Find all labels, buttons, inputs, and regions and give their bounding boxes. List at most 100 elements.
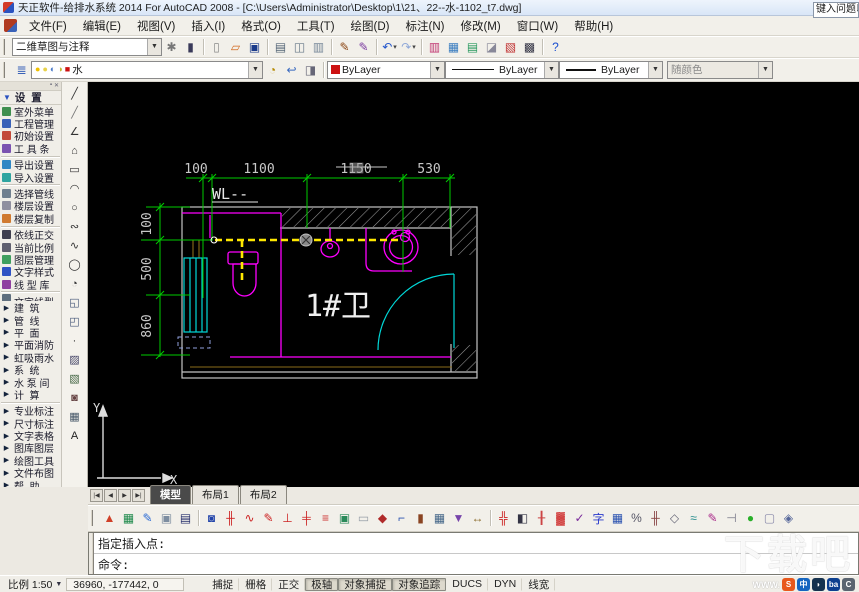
- quickcalc-icon[interactable]: ▩: [520, 38, 539, 56]
- dyn-toggle[interactable]: DYN: [488, 577, 523, 591]
- pipe-riser-icon[interactable]: ⊥: [278, 508, 297, 528]
- redo-icon[interactable]: ↷: [399, 38, 418, 56]
- scale-tool-icon[interactable]: %: [627, 508, 646, 528]
- tab-layout1[interactable]: 布局1: [192, 485, 239, 504]
- menu-item[interactable]: 格式(O): [234, 16, 288, 36]
- drawing-canvas[interactable]: 100 1100 1150 530 100 500 860 WL-- 1#卫: [88, 82, 859, 487]
- menu-item[interactable]: 帮助(H): [567, 16, 620, 36]
- cube-3d-icon[interactable]: ▢: [760, 508, 779, 528]
- cad-drawing[interactable]: 100 1100 1150 530 100 500 860 WL-- 1#卫: [88, 82, 859, 487]
- xline-tool-icon[interactable]: ╱: [65, 103, 85, 122]
- save-drawing-icon[interactable]: ▤: [176, 508, 195, 528]
- tab-nav-button[interactable]: ▶: [118, 489, 131, 502]
- check-pipe-icon[interactable]: ✓: [570, 508, 589, 528]
- break-mark-icon[interactable]: ╂: [532, 508, 551, 528]
- hatch-tool-icon[interactable]: ▨: [65, 350, 85, 369]
- freeze-icon[interactable]: ◑: [57, 65, 62, 74]
- polygon-tool-icon[interactable]: ⌂: [65, 141, 85, 160]
- menu-item[interactable]: 标注(N): [399, 16, 452, 36]
- insert-block-tool-icon[interactable]: ◱: [65, 293, 85, 312]
- node-diamond-icon[interactable]: ◇: [665, 508, 684, 528]
- tab-nav-button[interactable]: ▶|: [132, 489, 145, 502]
- workspace-dropdown[interactable]: 二维草图与注释 ▼: [12, 37, 162, 56]
- sidebar-item-linetype-library[interactable]: ▶ 线 型 库: [0, 278, 61, 292]
- sidebar-item-calculation[interactable]: ▶ 计 算: [0, 388, 61, 402]
- tab-nav-button[interactable]: |◀: [90, 489, 103, 502]
- layer-previous-icon[interactable]: ↩: [282, 61, 301, 79]
- spline-tool-icon[interactable]: ∿: [65, 236, 85, 255]
- scale-dropdown[interactable]: 比例 1:50 ▼: [4, 577, 66, 592]
- menu-item[interactable]: 编辑(E): [76, 16, 128, 36]
- menu-item[interactable]: 绘图(D): [344, 16, 397, 36]
- open-file-icon[interactable]: ▱: [226, 38, 245, 56]
- toolbar-grip[interactable]: [3, 61, 8, 78]
- ducs-toggle[interactable]: DUCS: [446, 577, 489, 591]
- sheet-table-icon[interactable]: ▦: [119, 508, 138, 528]
- sheet-set-manager-icon[interactable]: ▤: [463, 38, 482, 56]
- pipe-cross-icon[interactable]: ╫: [221, 508, 240, 528]
- panel-minimize-icon[interactable]: ▪: [50, 82, 52, 90]
- dimension-tool-icon[interactable]: ╫: [646, 508, 665, 528]
- sprinkler-icon[interactable]: ▼: [449, 508, 468, 528]
- valve-icon[interactable]: ◆: [373, 508, 392, 528]
- revcloud-tool-icon[interactable]: ∾: [65, 217, 85, 236]
- otrack-toggle[interactable]: 对象追踪: [392, 577, 447, 591]
- toolbar-grip[interactable]: [91, 510, 96, 526]
- render-sphere-icon[interactable]: ●: [741, 508, 760, 528]
- diamond-3d-icon[interactable]: ◈: [779, 508, 798, 528]
- make-block-tool-icon[interactable]: ◰: [65, 312, 85, 331]
- menu-item[interactable]: 窗口(W): [510, 16, 566, 36]
- lwt-toggle[interactable]: 线宽: [522, 577, 556, 591]
- publish-icon[interactable]: ▥: [309, 38, 328, 56]
- text-tool-icon[interactable]: 字: [589, 508, 608, 528]
- layer-states-icon[interactable]: ◨: [301, 61, 320, 79]
- close-block-icon[interactable]: ▧: [501, 38, 520, 56]
- region-tool-icon[interactable]: ◙: [65, 388, 85, 407]
- line-tool-icon[interactable]: ╱: [65, 84, 85, 103]
- connector-icon[interactable]: ⊣: [722, 508, 741, 528]
- bulb-on-icon[interactable]: ●: [35, 65, 40, 74]
- plot-icon[interactable]: ▤: [271, 38, 290, 56]
- color-dropdown[interactable]: ByLayer ▼: [327, 60, 445, 79]
- command-prompt-line[interactable]: 命令:: [94, 554, 858, 574]
- pipe-cylinder-icon[interactable]: ▭: [354, 508, 373, 528]
- terrain-wave-icon[interactable]: ≈: [684, 508, 703, 528]
- panel-close-icon[interactable]: ✕: [54, 82, 59, 90]
- osnap-toggle[interactable]: 对象捕捉: [338, 577, 393, 591]
- table-grid-icon[interactable]: ▦: [608, 508, 627, 528]
- arc-tool-icon[interactable]: ◠: [65, 179, 85, 198]
- menu-item[interactable]: 视图(V): [130, 16, 182, 36]
- folder-pen-icon[interactable]: ✎: [138, 508, 157, 528]
- faucet-icon[interactable]: ⌐: [392, 508, 411, 528]
- tab-model[interactable]: 模型: [150, 485, 191, 504]
- mtext-tool-icon[interactable]: A: [65, 426, 85, 445]
- snap-toggle[interactable]: 捕捉: [206, 577, 240, 591]
- menu-item[interactable]: 文件(F): [22, 16, 74, 36]
- point-tool-icon[interactable]: ·: [65, 331, 85, 350]
- layer-dropdown[interactable]: ● ● ◐ ◑ ■ 水 ▼: [31, 60, 263, 79]
- polar-toggle[interactable]: 极轴: [305, 577, 339, 591]
- properties-palette-icon[interactable]: ▥: [425, 38, 444, 56]
- save-workspace-icon[interactable]: ▮: [181, 38, 200, 56]
- workspace-gear-icon[interactable]: ✱: [162, 38, 181, 56]
- flex-pipe-icon[interactable]: ∿: [240, 508, 259, 528]
- tab-layout2[interactable]: 布局2: [239, 485, 287, 504]
- layer-properties-icon[interactable]: ≣: [12, 61, 31, 79]
- ellipse-arc-tool-icon[interactable]: ◔: [65, 274, 85, 293]
- ellipse-tool-icon[interactable]: ◯: [65, 255, 85, 274]
- menu-item[interactable]: 修改(M): [453, 16, 507, 36]
- menu-item[interactable]: 工具(T): [290, 16, 342, 36]
- block-editor-icon[interactable]: ✎: [354, 38, 373, 56]
- grid-toggle[interactable]: 栅格: [239, 577, 273, 591]
- equipment-box-icon[interactable]: ▣: [335, 508, 354, 528]
- make-object-layer-current-icon[interactable]: ◔: [263, 61, 282, 79]
- monitor-view-icon[interactable]: ◙: [202, 508, 221, 528]
- new-file-icon[interactable]: ▯: [207, 38, 226, 56]
- table-tool-icon[interactable]: ▦: [65, 407, 85, 426]
- viewport-freeze-icon[interactable]: ◐: [50, 65, 55, 74]
- annotate-pen-icon[interactable]: ✎: [703, 508, 722, 528]
- undo-icon[interactable]: ↶: [380, 38, 399, 56]
- linetype-dropdown[interactable]: ByLayer ▼: [445, 60, 559, 79]
- tarch-pyramid-icon[interactable]: ▲: [100, 508, 119, 528]
- draw-pipe-icon[interactable]: ✎: [259, 508, 278, 528]
